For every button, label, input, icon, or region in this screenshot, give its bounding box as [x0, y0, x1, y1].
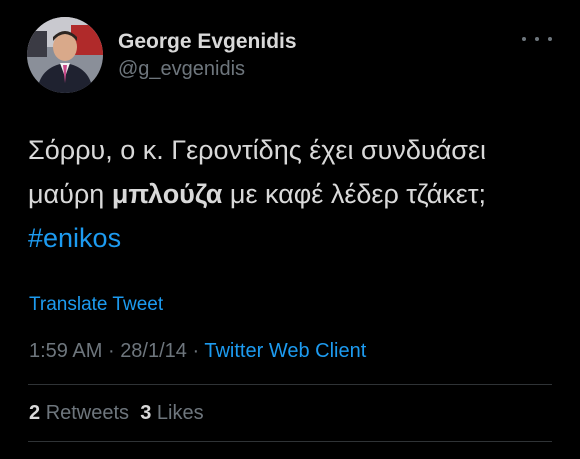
tweet-stats: 2 Retweets 3 Likes	[29, 402, 204, 425]
tweet-text-part2: με καφέ λέδερ τζάκετ;	[222, 179, 487, 209]
divider	[28, 384, 552, 385]
avatar[interactable]	[27, 17, 103, 93]
more-dot	[535, 37, 539, 41]
more-dot	[548, 37, 552, 41]
retweets-count: 2	[29, 402, 41, 424]
likes-stat[interactable]: 3 Likes	[140, 402, 203, 424]
avatar-image	[27, 17, 103, 93]
likes-label: Likes	[156, 402, 204, 424]
retweets-stat[interactable]: 2 Retweets	[29, 402, 129, 424]
tweet-text: Σόρρυ, ο κ. Γεροντίδης έχει συνδυάσει μα…	[28, 128, 558, 260]
hashtag-link[interactable]: #enikos	[28, 223, 121, 253]
divider	[28, 441, 552, 442]
author-name[interactable]: George Evgenidis	[118, 30, 297, 54]
translate-tweet-link[interactable]: Translate Tweet	[29, 294, 163, 316]
meta-separator: ·	[107, 340, 115, 362]
tweet-text-bold: μπλούζα	[111, 179, 223, 209]
tweet-meta: 1:59 AM · 28/1/14 · Twitter Web Client	[29, 340, 366, 363]
author-handle[interactable]: @g_evgenidis	[118, 58, 245, 81]
tweet-time[interactable]: 1:59 AM	[29, 340, 102, 362]
tweet-card: George Evgenidis @g_evgenidis Σόρρυ, ο κ…	[0, 0, 580, 459]
meta-separator: ·	[192, 340, 200, 362]
retweets-label: Retweets	[45, 402, 130, 424]
likes-count: 3	[140, 402, 152, 424]
tweet-source-link[interactable]: Twitter Web Client	[204, 340, 366, 362]
tweet-date[interactable]: 28/1/14	[120, 340, 187, 362]
more-dot	[522, 37, 526, 41]
more-options-icon[interactable]	[522, 28, 552, 50]
